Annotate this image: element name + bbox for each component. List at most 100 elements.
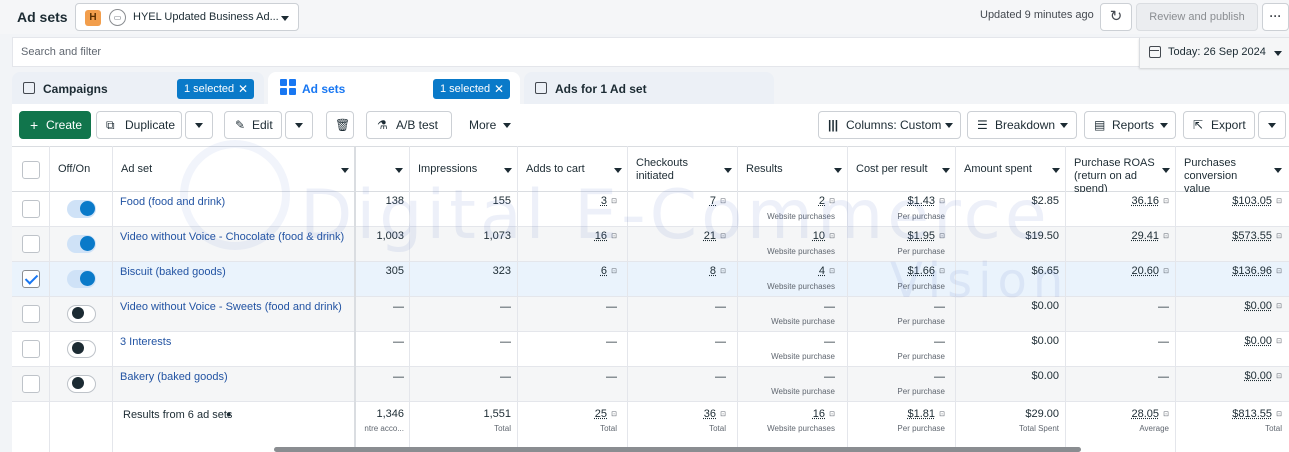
column-header-roas[interactable]: Purchase ROAS (return on ad spend) [1065,147,1175,193]
results-value: — [824,301,835,313]
row-checkbox[interactable] [22,305,40,323]
value-value[interactable]: $0.00 [1244,335,1272,347]
more-options-button[interactable]: ··· [1262,3,1289,31]
on-off-toggle[interactable] [67,305,96,323]
on-off-toggle[interactable] [67,200,96,218]
on-off-toggle[interactable] [67,235,96,253]
column-header-cost-per-result[interactable]: Cost per result [847,147,955,193]
tab-ad-sets[interactable]: Ad sets 1 selected ✕ [268,72,520,104]
column-header-checkouts[interactable]: Checkouts initiated [627,147,737,193]
edit-dropdown-button[interactable] [285,111,313,139]
export-button[interactable]: ⇱ Export [1183,111,1255,139]
column-header-impressions[interactable]: Impressions [409,147,517,193]
create-button[interactable]: + Create [19,111,91,139]
results-value[interactable]: 10 [813,230,825,242]
selected-badge[interactable]: 1 selected ✕ [433,79,510,99]
tab-ads[interactable]: Ads for 1 Ad set [524,72,774,104]
table-row[interactable]: Video without Voice - Chocolate (food & … [12,227,1289,262]
refresh-button[interactable]: ↻ [1100,3,1132,31]
close-icon[interactable]: ✕ [238,79,248,99]
chevron-down-icon [614,168,622,173]
column-header-off-on[interactable]: Off/On [49,147,112,193]
checkouts-value: — [715,301,726,313]
ad-set-name-link[interactable]: Video without Voice - Chocolate (food & … [120,231,344,243]
value-value[interactable]: $0.00 [1244,370,1272,382]
search-input[interactable] [21,42,1131,62]
close-icon[interactable]: ✕ [494,79,504,99]
delete-button[interactable]: 🗑 [326,111,354,139]
column-header-results[interactable]: Results [737,147,847,193]
checkouts-value[interactable]: 21 [704,230,716,242]
value-value[interactable]: $573.55 [1232,230,1272,242]
column-header-ad-set[interactable]: Ad set [112,147,355,193]
on-off-toggle[interactable] [67,375,96,393]
roas-value[interactable]: 36.16 [1131,195,1159,207]
selected-badge[interactable]: 1 selected ✕ [177,79,254,99]
on-off-toggle[interactable] [67,270,96,288]
results-value[interactable]: 4 [819,265,825,277]
row-checkbox[interactable] [22,200,40,218]
roas-value[interactable]: 20.60 [1131,265,1159,277]
atc-value[interactable]: 25 [595,408,607,420]
duplicate-button[interactable]: ⧉ Duplicate [96,111,182,139]
breakdown-button[interactable]: ☰ Breakdown [967,111,1077,139]
results-value[interactable]: 16 [813,408,825,420]
edit-button[interactable]: ✎ Edit [224,111,282,139]
row-checkbox[interactable] [22,375,40,393]
checkouts-value[interactable]: 8 [710,265,716,277]
tab-campaigns[interactable]: Campaigns 1 selected ✕ [12,72,264,104]
table-row[interactable]: Bakery (baked goods) — — — — — — $0.00 — $0.00 ⊡ We… [12,367,1289,402]
horizontal-scrollbar[interactable] [274,447,1081,452]
column-header-amount-spent[interactable]: Amount spent [955,147,1065,193]
export-dropdown-button[interactable] [1258,111,1286,139]
cpr-value[interactable]: $1.43 [907,195,935,207]
columns-button[interactable]: ||| Columns: Custom [818,111,961,139]
checkouts-value[interactable]: 7 [710,195,716,207]
column-header-adds-to-cart[interactable]: Adds to cart [517,147,627,193]
atc-value[interactable]: 6 [601,265,607,277]
table-row[interactable]: 3 Interests — — — — — — $0.00 — $0.00 ⊡ Website pur… [12,332,1289,367]
cpr-value[interactable]: $1.95 [907,230,935,242]
selected-count: 1 selected [184,83,234,95]
value-value[interactable]: $0.00 [1244,300,1272,312]
info-icon: ⊡ [829,197,835,205]
value-value[interactable]: $813.55 [1232,408,1272,420]
cpr-value[interactable]: $1.66 [907,265,935,277]
results-value[interactable]: 2 [819,195,825,207]
ad-set-name-link[interactable]: Food (food and drink) [120,196,225,208]
column-divider [955,146,956,452]
spent-value: $6.65 [1031,265,1059,277]
roas-value[interactable]: 28.05 [1131,408,1159,420]
duplicate-dropdown-button[interactable] [185,111,213,139]
ad-set-name-link[interactable]: Video without Voice - Sweets (food and d… [120,301,342,313]
review-and-publish-button[interactable]: Review and publish [1136,3,1258,31]
info-icon[interactable]: ● [226,409,231,419]
ad-set-name-link[interactable]: Bakery (baked goods) [120,371,228,383]
atc-value[interactable]: 16 [595,230,607,242]
row-checkbox[interactable] [22,270,40,288]
account-selector[interactable]: H ▭ HYEL Updated Business Ad... [75,3,299,31]
table-row[interactable]: Video without Voice - Sweets (food and d… [12,297,1289,332]
cpr-value[interactable]: $1.81 [907,408,935,420]
table-row[interactable]: Biscuit (baked goods) 305 323 6 ⊡ 8 ⊡ 4 ⊡ $1.66 ⊡ $… [12,262,1289,297]
on-off-toggle[interactable] [67,340,96,358]
value-value[interactable]: $103.05 [1232,195,1272,207]
value-value[interactable]: $136.96 [1232,265,1272,277]
date-range-button[interactable]: Today: 26 Sep 2024 [1139,38,1289,68]
cpr-subtext: Per purchase [897,282,945,291]
ad-set-name-link[interactable]: Biscuit (baked goods) [120,266,226,278]
select-all-checkbox[interactable] [22,161,40,179]
column-label: Adds to cart [526,163,585,176]
column-header-results-1[interactable] [355,147,409,193]
row-checkbox[interactable] [22,235,40,253]
reports-button[interactable]: ▤ Reports [1084,111,1176,139]
more-dropdown-button[interactable]: More [458,111,520,139]
ad-set-name-link[interactable]: 3 Interests [120,336,171,348]
table-row[interactable]: Food (food and drink) 138 155 3 ⊡ 7 ⊡ 2 ⊡ $1.43 ⊡ $… [12,192,1289,227]
column-header-conversion-value[interactable]: Purchases conversion value [1175,147,1289,193]
atc-value[interactable]: 3 [601,195,607,207]
checkouts-value[interactable]: 36 [704,408,716,420]
row-checkbox[interactable] [22,340,40,358]
ab-test-button[interactable]: ⚗ A/B test [366,111,452,139]
roas-value[interactable]: 29.41 [1131,230,1159,242]
